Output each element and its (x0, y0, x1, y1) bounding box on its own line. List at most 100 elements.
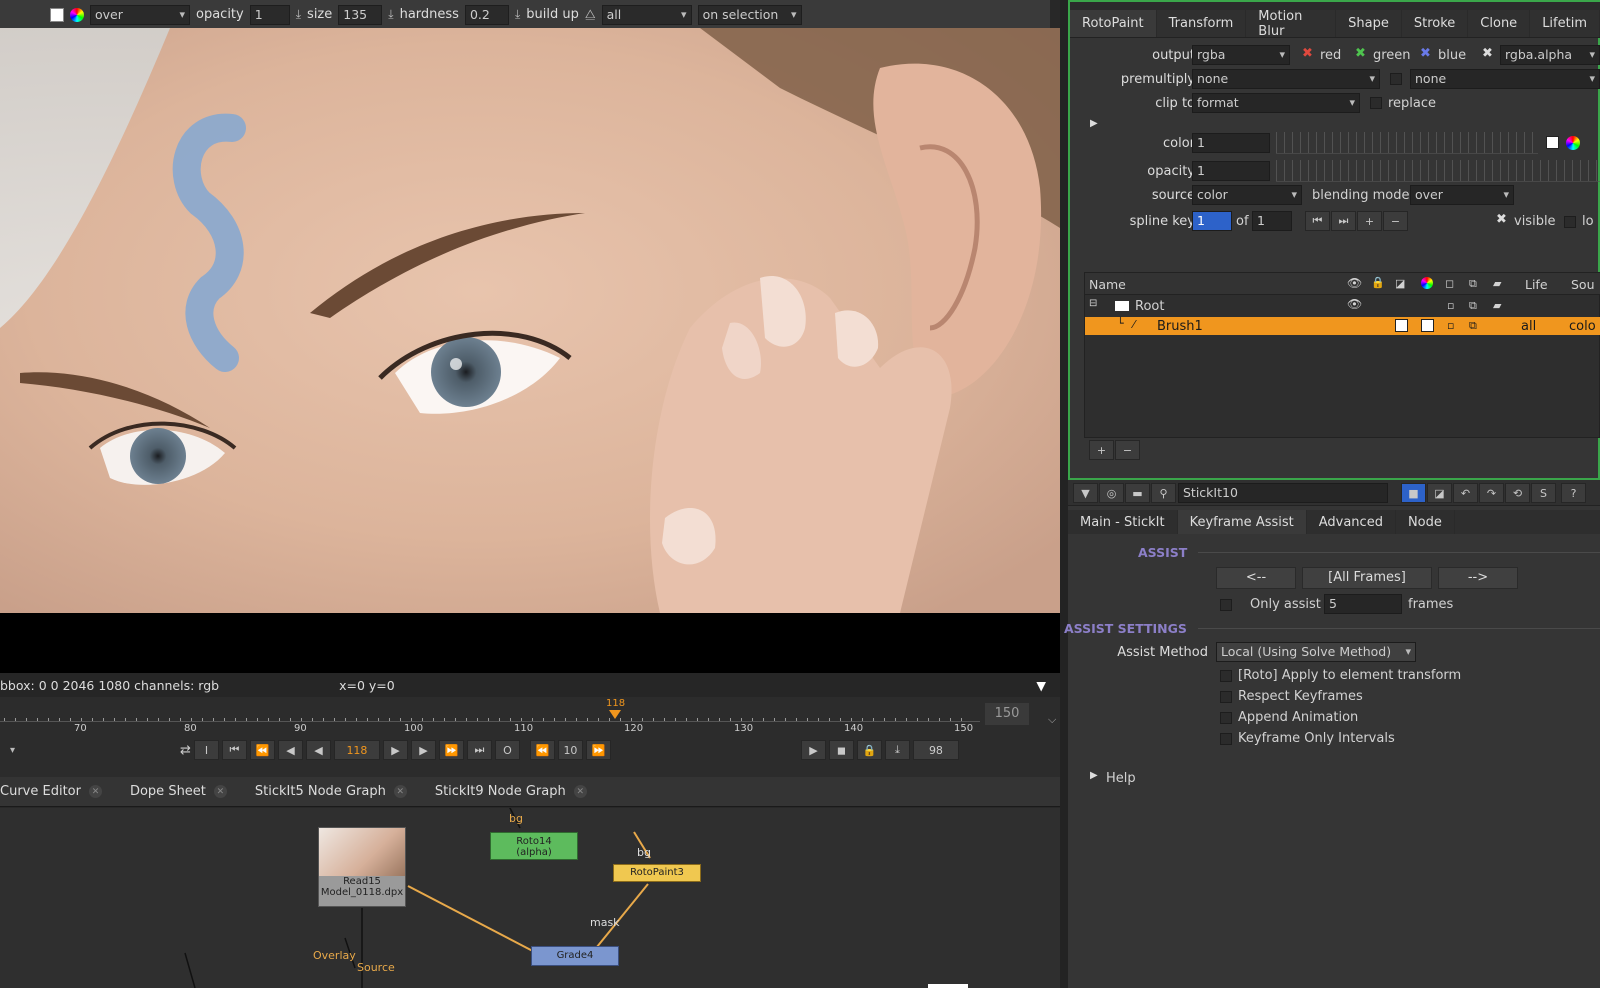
end-frame-field[interactable]: 150 (985, 703, 1029, 725)
brush-source[interactable]: colo (1569, 319, 1596, 334)
timeline[interactable]: 70 80 90 100 110 120 130 140 150 118 150 ⌵ ▾ ⇄ I… (0, 697, 1060, 777)
lock-checkbox[interactable] (1564, 216, 1576, 228)
tab-stickit5-node-graph[interactable]: StickIt5 Node Graph ✕ (241, 777, 421, 806)
read-node[interactable]: Read15 Model_0118.dpx (318, 827, 406, 907)
tab-curve-editor[interactable]: Curve Editor ✕ (0, 777, 116, 806)
redo-icon[interactable]: ↷ (1479, 483, 1504, 503)
blend-mode-dropdown[interactable]: over (90, 4, 190, 25)
fps-field[interactable]: 98 (912, 740, 959, 760)
premultiply-dropdown[interactable]: none (1192, 69, 1380, 89)
flipbook-icon[interactable]: ▶ (800, 740, 826, 760)
lifetime-dropdown[interactable]: all (601, 4, 692, 25)
replace-checkbox[interactable] (1370, 97, 1382, 109)
close-icon[interactable]: ✕ (573, 785, 587, 798)
viewer-image[interactable] (0, 28, 1060, 613)
prev-key-icon[interactable]: ⏪ (249, 740, 275, 760)
color-wheel-icon[interactable] (1566, 136, 1580, 150)
motion-blur-icon[interactable]: ▰ (1493, 299, 1501, 312)
opacity-input[interactable]: 1 (1192, 161, 1270, 181)
col-name-header[interactable]: Name (1089, 277, 1126, 292)
info-dropdown-icon[interactable]: ▼ (1036, 678, 1046, 693)
step-back-icon[interactable]: ◀ (305, 740, 331, 760)
assist-next-button[interactable]: --> (1438, 567, 1518, 589)
roto-transform-checkbox[interactable] (1220, 670, 1232, 682)
buildup-label[interactable]: build up (526, 7, 579, 22)
green-check-icon[interactable]: ✖ (1355, 46, 1366, 61)
roto-node[interactable]: Roto14 (alpha) (490, 832, 578, 860)
eye-icon[interactable]: 👁 (1347, 297, 1362, 311)
tab-lifetime[interactable]: Lifetim (1530, 10, 1600, 37)
color-wheel-icon[interactable] (70, 7, 84, 22)
help-label[interactable]: Help (1106, 771, 1136, 786)
float-panel-icon[interactable]: ⚲ (1151, 483, 1176, 503)
respect-keyframes-checkbox[interactable] (1220, 691, 1232, 703)
blend-icon[interactable]: ⧉ (1469, 319, 1477, 333)
opacity-slider[interactable] (1276, 160, 1600, 182)
delete-key-icon[interactable]: − (1383, 211, 1408, 231)
output-dropdown[interactable]: rgba (1192, 45, 1290, 65)
tab-advanced[interactable]: Advanced (1307, 510, 1396, 534)
add-layer-icon[interactable]: + (1089, 440, 1114, 460)
clip-to-dropdown[interactable]: format (1192, 93, 1360, 113)
tab-main-stickit[interactable]: Main - StickIt (1068, 510, 1178, 534)
tab-clone[interactable]: Clone (1468, 10, 1531, 37)
first-frame-icon[interactable]: ⏮ (221, 740, 247, 760)
assist-prev-button[interactable]: <-- (1216, 567, 1296, 589)
node-graph[interactable]: Read15 Model_0118.dpx Roto14 (alpha) Rot… (0, 808, 1060, 988)
capture-icon[interactable]: ◼ (828, 740, 854, 760)
source-dropdown[interactable]: color (1192, 185, 1302, 205)
undo-icon[interactable]: ◪ (1427, 483, 1452, 503)
panel-divider[interactable] (1060, 0, 1068, 988)
revert-icon[interactable]: ↶ (1453, 483, 1478, 503)
blending-mode-dropdown[interactable]: over (1410, 185, 1514, 205)
expand-arrow-icon[interactable]: ▶ (1090, 118, 1098, 129)
play-back-icon[interactable]: ◀ (277, 740, 303, 760)
center-node-icon[interactable]: ◎ (1099, 483, 1124, 503)
size-input[interactable]: 135 (338, 4, 383, 25)
timeline-ruler[interactable]: 70 80 90 100 110 120 130 140 150 118 (0, 698, 980, 741)
out-point-button[interactable]: O (494, 740, 520, 760)
alpha-check-icon[interactable]: ✖ (1482, 46, 1493, 61)
anim-icon[interactable]: ⤓ (515, 7, 520, 22)
anim-icon[interactable]: ⤓ (388, 7, 393, 22)
skip-back-icon[interactable]: ⏪ (529, 740, 555, 760)
viewer-menu-icon[interactable]: ▾ (10, 745, 15, 756)
visible-check-icon[interactable]: ✖ (1496, 212, 1507, 227)
overlay-icon[interactable]: ▫ (1447, 299, 1454, 312)
skip-forward-icon[interactable]: ⏩ (585, 740, 611, 760)
color-swatch[interactable] (50, 7, 64, 22)
layer-row-brush1[interactable]: └ ⁄ Brush1 ▫ ⧉ all colo (1085, 317, 1600, 335)
blue-check-icon[interactable]: ✖ (1420, 46, 1431, 61)
export-icon[interactable]: ⤓ (884, 740, 910, 760)
help-expand-icon[interactable]: ▶ (1090, 770, 1098, 781)
current-frame-field[interactable]: 118 (333, 740, 380, 760)
step-forward-icon[interactable]: ▶ (382, 740, 408, 760)
color-slider[interactable] (1276, 132, 1538, 154)
timeline-collapse-icon[interactable]: ⌵ (1048, 713, 1056, 727)
tab-motion-blur[interactable]: Motion Blur (1246, 9, 1337, 39)
in-point-icon[interactable]: I (193, 740, 219, 760)
assist-method-dropdown[interactable]: Local (Using Solve Method) (1216, 642, 1416, 662)
tab-transform[interactable]: Transform (1157, 10, 1247, 37)
only-assist-checkbox[interactable] (1220, 599, 1232, 611)
selection-dropdown[interactable]: on selection (697, 4, 802, 25)
rotopaint-node[interactable]: RotoPaint3 (613, 864, 701, 882)
add-key-icon[interactable]: + (1357, 211, 1382, 231)
opacity-input[interactable]: 1 (249, 4, 290, 25)
append-animation-checkbox[interactable] (1220, 712, 1232, 724)
blend-icon[interactable]: ⧉ (1469, 299, 1477, 313)
layer-row-root[interactable]: ⊟ Root 👁 ▫ ⧉ ▰ (1085, 297, 1600, 315)
tab-stroke[interactable]: Stroke (1402, 10, 1469, 37)
color-swatch[interactable] (1421, 319, 1434, 332)
node-name-icon[interactable]: ▬ (1125, 483, 1150, 503)
remove-layer-icon[interactable]: − (1115, 440, 1140, 460)
invert-icon[interactable] (1395, 319, 1408, 332)
next-key-icon[interactable]: ⏭ (1331, 211, 1356, 231)
keyframe-only-checkbox[interactable] (1220, 733, 1232, 745)
collapse-icon[interactable]: ▼ (1073, 483, 1098, 503)
col-life-header[interactable]: Life (1525, 277, 1548, 292)
lock-icon[interactable]: 🔒 (856, 740, 882, 760)
spline-key-input[interactable]: 1 (1192, 211, 1232, 231)
tab-rotopaint[interactable]: RotoPaint (1070, 10, 1157, 37)
red-check-icon[interactable]: ✖ (1302, 46, 1313, 61)
